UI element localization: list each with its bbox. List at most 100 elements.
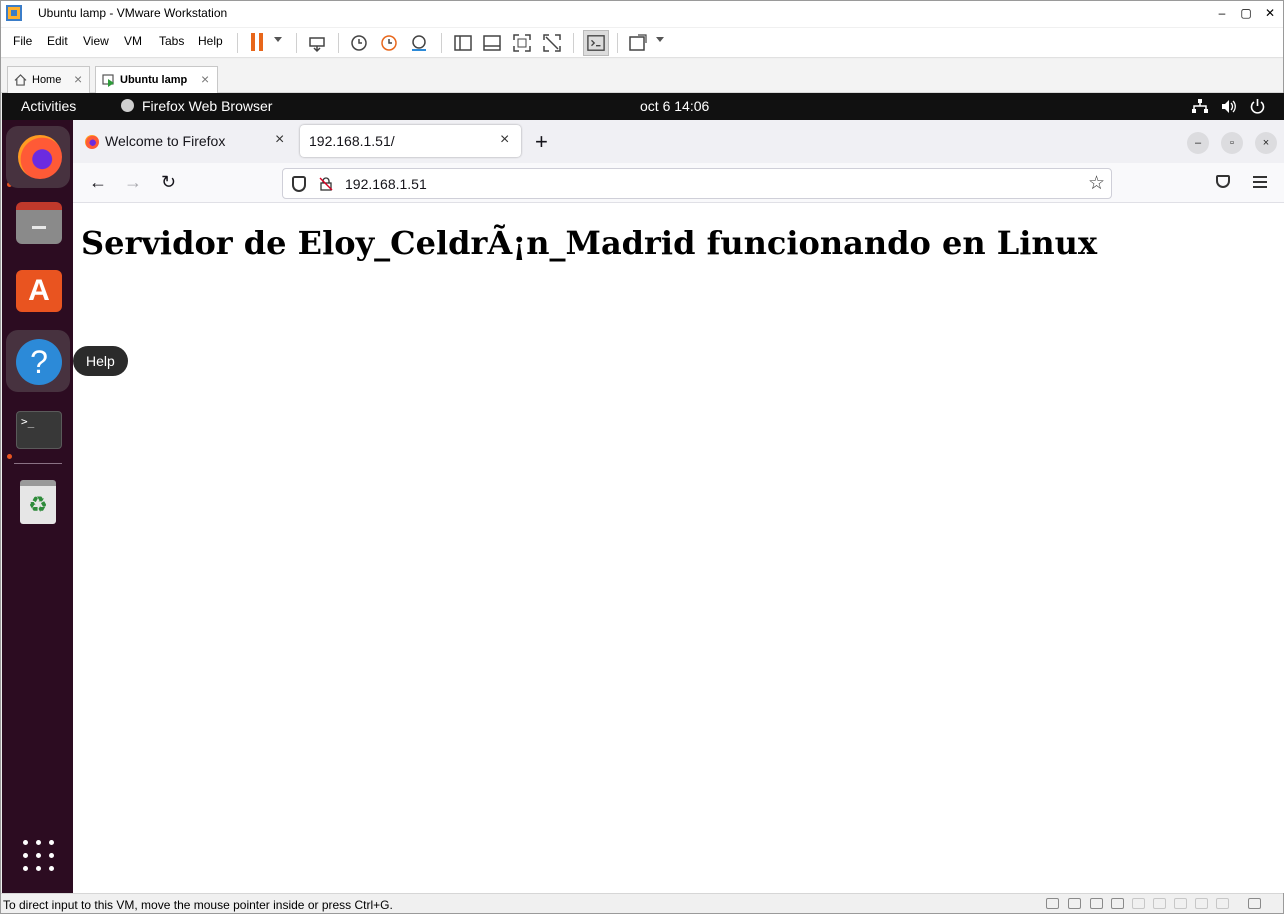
close-icon[interactable]: ✕ — [1259, 4, 1281, 22]
show-apps-icon[interactable] — [23, 840, 55, 872]
stretch-guest-icon[interactable] — [628, 33, 648, 53]
pocket-icon[interactable] — [1216, 175, 1230, 188]
page-content[interactable]: Servidor de Eloy_CeldrÃ¡n_Madrid funcion… — [73, 204, 1284, 893]
minimize-icon[interactable]: – — [1211, 4, 1233, 22]
dock-firefox[interactable] — [6, 126, 70, 188]
ubuntu-dock: A ? >_ ♻ — [2, 120, 73, 893]
tab-welcome-to-firefox[interactable]: Welcome to Firefox × — [75, 125, 295, 157]
tab-close-icon[interactable]: × — [500, 131, 509, 149]
floppy-icon[interactable] — [1216, 898, 1229, 909]
toolbar-separator — [617, 33, 618, 53]
tab-ubuntu-lamp[interactable]: Ubuntu lamp × — [95, 66, 218, 93]
status-message: To direct input to this VM, move the mou… — [3, 898, 393, 912]
tab-ubuntu-lamp-close-icon[interactable]: × — [201, 71, 209, 87]
snapshot-take-icon[interactable] — [349, 33, 369, 53]
volume-icon[interactable] — [1221, 99, 1237, 114]
app-menu[interactable]: Firefox Web Browser — [142, 98, 272, 114]
new-tab-button[interactable]: + — [535, 129, 548, 155]
menu-view[interactable]: View — [83, 34, 109, 48]
ff-restore-icon[interactable]: ▫ — [1221, 132, 1243, 154]
dock-app-center[interactable]: A — [6, 260, 70, 322]
menu-edit[interactable]: Edit — [47, 34, 68, 48]
tab-label: Welcome to Firefox — [105, 133, 226, 149]
firefox-favicon-icon — [85, 135, 99, 149]
hard-disk-icon[interactable] — [1046, 898, 1059, 909]
cd-dvd-icon[interactable] — [1195, 898, 1208, 909]
bookmark-star-icon[interactable]: ☆ — [1088, 172, 1105, 195]
stretch-dropdown-icon[interactable] — [656, 37, 664, 42]
tab-ubuntu-lamp-label: Ubuntu lamp — [120, 74, 188, 86]
insecure-lock-icon[interactable] — [319, 177, 333, 191]
firefox-tab-strip: Welcome to Firefox × 192.168.1.51/ × + –… — [73, 120, 1284, 163]
gnome-top-bar: Activities Firefox Web Browser oct 6 14:… — [2, 93, 1284, 120]
tab-192-168-1-51[interactable]: 192.168.1.51/ × — [300, 125, 521, 157]
maximize-icon[interactable]: ▢ — [1235, 4, 1257, 22]
tab-home[interactable]: Home × — [7, 66, 90, 93]
usb-device-icon[interactable] — [1174, 898, 1187, 909]
snapshot-manager-icon[interactable] — [409, 33, 429, 53]
help-icon: ? — [16, 339, 62, 385]
tab-label: 192.168.1.51/ — [309, 133, 395, 149]
dock-separator — [14, 463, 62, 464]
app-center-icon: A — [16, 270, 62, 312]
menu-vm[interactable]: VM — [124, 34, 142, 48]
dock-help[interactable]: ? — [6, 330, 70, 392]
snapshot-revert-icon[interactable] — [379, 33, 399, 53]
printer-icon[interactable] — [1090, 898, 1103, 909]
pause-dropdown-icon[interactable] — [274, 37, 282, 42]
tab-home-label: Home — [32, 74, 62, 86]
console-view-button[interactable] — [583, 30, 609, 56]
menu-hamburger-icon[interactable] — [1253, 176, 1267, 188]
toolbar-separator — [441, 33, 442, 53]
forward-icon[interactable]: → — [124, 172, 142, 193]
ubuntu-desktop[interactable]: Activities Firefox Web Browser oct 6 14:… — [2, 93, 1284, 893]
power-icon[interactable] — [1250, 98, 1265, 114]
toolbar-separator — [573, 33, 574, 53]
ff-close-icon[interactable]: × — [1255, 132, 1277, 154]
url-text[interactable]: 192.168.1.51 — [345, 176, 427, 192]
thumbnail-bar-icon[interactable] — [482, 33, 502, 53]
dock-tooltip: Help — [73, 346, 128, 376]
menu-toolbar: File Edit View VM Tabs Help — [1, 28, 1283, 58]
reload-icon[interactable]: ↻ — [161, 172, 176, 193]
dock-files[interactable] — [6, 192, 70, 254]
toolbar-separator — [237, 33, 238, 53]
page-heading: Servidor de Eloy_CeldrÃ¡n_Madrid funcion… — [81, 224, 1098, 262]
unity-icon[interactable] — [542, 33, 562, 53]
vmware-window: Ubuntu lamp - VMware Workstation – ▢ ✕ F… — [0, 0, 1284, 914]
url-bar[interactable]: 192.168.1.51 ☆ — [282, 168, 1112, 199]
activities-button[interactable]: Activities — [21, 98, 76, 114]
library-icon[interactable] — [453, 33, 473, 53]
back-icon[interactable]: ← — [89, 172, 107, 193]
tab-home-close-icon[interactable]: × — [74, 71, 82, 87]
tab-close-icon[interactable]: × — [275, 131, 284, 149]
toolbar-separator — [296, 33, 297, 53]
send-ctrl-alt-del-icon[interactable] — [307, 33, 327, 53]
usb-device-icon[interactable] — [1132, 898, 1145, 909]
network-icon[interactable] — [1192, 99, 1208, 114]
menu-tabs[interactable]: Tabs — [159, 34, 184, 48]
navigation-toolbar: ← → ↻ 192.168.1.51 ☆ — [73, 163, 1284, 203]
dock-terminal[interactable]: >_ — [6, 398, 70, 460]
menu-help[interactable]: Help — [198, 34, 223, 48]
window-titlebar: Ubuntu lamp - VMware Workstation – ▢ ✕ — [1, 1, 1283, 27]
console-view-icon — [587, 35, 605, 51]
vm-tab-bar: Home × Ubuntu lamp × — [1, 59, 1283, 93]
sound-card-icon[interactable] — [1111, 898, 1124, 909]
network-adapter-icon[interactable] — [1068, 898, 1081, 909]
vmware-app-icon — [6, 5, 22, 21]
full-screen-icon[interactable] — [512, 33, 532, 53]
toolbar-separator — [338, 33, 339, 53]
window-title: Ubuntu lamp - VMware Workstation — [38, 6, 228, 20]
terminal-icon: >_ — [16, 411, 62, 449]
menu-file[interactable]: File — [13, 34, 32, 48]
tracking-protection-shield-icon[interactable] — [292, 176, 306, 192]
ff-minimize-icon[interactable]: – — [1187, 132, 1209, 154]
pause-icon[interactable] — [251, 33, 265, 51]
message-log-icon[interactable] — [1248, 898, 1261, 909]
clock[interactable]: oct 6 14:06 — [640, 98, 709, 114]
trash-icon[interactable]: ♻ — [20, 480, 56, 524]
home-icon — [14, 74, 27, 86]
vmware-status-bar: To direct input to this VM, move the mou… — [1, 893, 1283, 913]
usb-device-icon[interactable] — [1153, 898, 1166, 909]
